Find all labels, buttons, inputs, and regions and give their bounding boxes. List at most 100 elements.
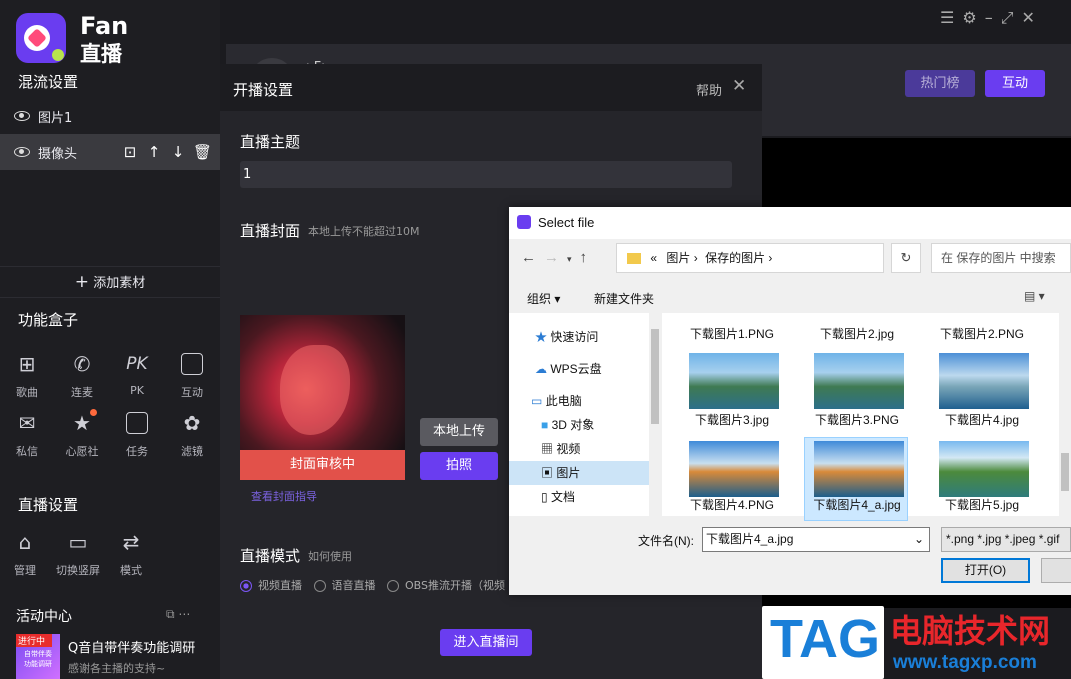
func-interact[interactable]: 互动 <box>167 350 217 400</box>
file-dialog-titlebar: Select file <box>509 207 1071 239</box>
image-thumbnail[interactable] <box>814 353 904 409</box>
file-item[interactable]: 下载图片2.jpg <box>797 325 917 342</box>
history-icon[interactable]: ▾ <box>567 254 580 264</box>
func-pk[interactable]: PK PK <box>112 350 162 400</box>
files-scrollbar[interactable] <box>1059 313 1071 516</box>
enter-live-room-button[interactable]: 进入直播间 <box>440 629 532 656</box>
address-bar[interactable]: « 图片 › 保存的图片 › <box>616 243 884 273</box>
file-dialog-title: Select file <box>538 215 595 230</box>
layer-label: 图片1 <box>38 110 73 126</box>
live-manage[interactable]: ⌂ 管理 <box>0 528 50 578</box>
radio-video[interactable]: 视频直播 <box>240 579 302 592</box>
search-input[interactable]: 在 保存的图片 中搜索 <box>931 243 1071 273</box>
file-item[interactable]: 下载图片4.PNG <box>672 496 792 513</box>
move-up-icon[interactable]: ↑ <box>145 143 163 161</box>
func-link-mic[interactable]: ✆ 连麦 <box>57 350 107 400</box>
brand-name-en: Fan <box>80 12 129 40</box>
func-message[interactable]: ✉ 私信 <box>2 409 52 459</box>
activity-headline[interactable]: Q音自带伴奏功能调研 <box>68 637 195 656</box>
close-icon[interactable]: ✕ <box>732 76 746 96</box>
delete-icon[interactable]: 🗑 <box>193 143 212 161</box>
forward-icon[interactable]: → <box>544 249 567 266</box>
hot-list-button[interactable]: 热门榜 <box>905 70 975 97</box>
add-material-button[interactable]: + 添加素材 <box>0 266 220 298</box>
minimize-icon[interactable]: – <box>985 8 1001 27</box>
app-logo <box>16 13 66 63</box>
image-thumbnail[interactable] <box>689 353 779 409</box>
take-photo-button[interactable]: 拍照 <box>420 452 498 480</box>
image-thumbnail[interactable] <box>939 353 1029 409</box>
window-controls: ☰⚙–⤢✕ <box>940 8 1043 28</box>
file-item[interactable]: 下载图片2.PNG <box>922 325 1042 342</box>
filename-label: 文件名(N): <box>638 534 694 548</box>
back-icon[interactable]: ← <box>521 249 544 266</box>
help-link[interactable]: 帮助 <box>696 80 722 99</box>
file-item[interactable]: 下载图片3.PNG <box>797 411 917 428</box>
cover-guide-link[interactable]: 查看封面指导 <box>251 488 317 504</box>
organize-menu[interactable]: 组织 ▾ <box>527 290 560 307</box>
tree-wps-cloud[interactable]: ☁ WPS云盘 <box>509 357 649 381</box>
function-row-1: ⊞ 歌曲 ✆ 连麦 PK PK 互动 <box>2 350 217 400</box>
func-wish[interactable]: ★ 心愿社 <box>57 409 107 459</box>
menu-icon[interactable]: ☰ <box>940 8 962 27</box>
radio-audio[interactable]: 语音直播 <box>313 579 376 592</box>
live-mode[interactable]: ⇄ 模式 <box>106 528 156 578</box>
file-item[interactable]: 下载图片4.jpg <box>922 411 1042 428</box>
radio-obs[interactable]: OBS推流开播（视频 <box>387 579 505 592</box>
cover-art <box>280 345 350 435</box>
tree-quick-access[interactable]: ★ 快速访问 <box>509 325 649 349</box>
file-item[interactable]: 下载图片1.PNG <box>672 325 792 342</box>
activity-thumbnail[interactable]: 进行中 自带伴奏 功能调研 <box>16 634 60 679</box>
live-settings-title: 直播设置 <box>18 496 79 514</box>
func-task[interactable]: 任务 <box>112 409 162 459</box>
local-upload-button[interactable]: 本地上传 <box>420 418 498 446</box>
func-songs[interactable]: ⊞ 歌曲 <box>2 350 52 400</box>
mix-settings-title: 混流设置 <box>18 73 79 91</box>
layer-item-image[interactable]: 图片1 <box>0 98 220 134</box>
new-folder-button[interactable]: 新建文件夹 <box>594 290 654 307</box>
close-icon[interactable]: ✕ <box>1022 8 1043 27</box>
dialog-title: 开播设置 <box>233 81 294 99</box>
filename-input[interactable]: 下载图片4_a.jpg ⌄ <box>702 527 930 552</box>
tree-pictures[interactable]: ▣ 图片 <box>509 461 649 485</box>
file-item[interactable]: 下载图片5.jpg <box>922 496 1042 513</box>
activity-sub: 感谢各主播的支持~ <box>68 662 166 675</box>
move-down-icon[interactable]: ↓ <box>169 143 187 161</box>
file-item-selected[interactable]: 下载图片4_a.jpg <box>802 496 912 513</box>
maximize-icon[interactable]: ⤢ <box>1001 8 1022 27</box>
func-filter[interactable]: ✿ 滤镜 <box>167 409 217 459</box>
tree-documents[interactable]: ▯ 文档 <box>509 485 649 509</box>
cover-review-status: 封面审核中 <box>240 450 405 480</box>
live-settings-row: ⌂ 管理 ▭ 切换竖屏 ⇄ 模式 <box>0 528 156 578</box>
tree-videos[interactable]: ▦ 视频 <box>509 437 649 461</box>
notify-dot <box>90 409 97 416</box>
cube-icon: ■ <box>541 418 549 432</box>
layer-item-camera[interactable]: 摄像头 ⊡ ↑ ↓ 🗑 <box>0 134 220 170</box>
image-thumbnail[interactable] <box>939 441 1029 497</box>
phone-icon: ✆ <box>73 352 91 376</box>
mode-help-link[interactable]: 如何使用 <box>308 548 352 564</box>
topic-input[interactable]: 1 <box>240 161 732 188</box>
open-button[interactable]: 打开(O) <box>941 558 1030 583</box>
chevron-down-icon[interactable]: ⌄ <box>914 528 924 551</box>
view-options-icon[interactable]: ▤ ▾ <box>1024 289 1045 303</box>
tree-scrollbar[interactable] <box>649 313 661 516</box>
lock-icon[interactable]: ⊡ <box>121 143 139 161</box>
live-switch-portrait[interactable]: ▭ 切换竖屏 <box>53 528 103 578</box>
image-thumbnail[interactable] <box>689 441 779 497</box>
eye-icon[interactable] <box>14 111 30 121</box>
tree-3d-objects[interactable]: ■ 3D 对象 <box>509 413 649 437</box>
eye-icon[interactable] <box>14 147 30 157</box>
cancel-button[interactable] <box>1041 558 1071 583</box>
file-type-filter[interactable]: *.png *.jpg *.jpeg *.gif <box>941 527 1071 552</box>
tree-this-pc[interactable]: ▭ 此电脑 <box>509 389 649 413</box>
image-thumbnail[interactable] <box>814 441 904 497</box>
gear-icon[interactable]: ⚙ <box>962 8 984 27</box>
interact-button[interactable]: 互动 <box>985 70 1045 97</box>
refresh-icon[interactable]: ↻ <box>891 243 921 273</box>
sidebar: Fan 直播 混流设置 图片1 摄像头 ⊡ ↑ ↓ 🗑 + 添加素材 功能盒子 … <box>0 0 220 679</box>
camera-mode-icon: ⇄ <box>122 530 140 554</box>
up-icon[interactable]: ↑ <box>580 249 596 266</box>
activity-more-icon[interactable]: ⧉ ⋯ <box>166 607 190 622</box>
file-item[interactable]: 下载图片3.jpg <box>672 411 792 428</box>
